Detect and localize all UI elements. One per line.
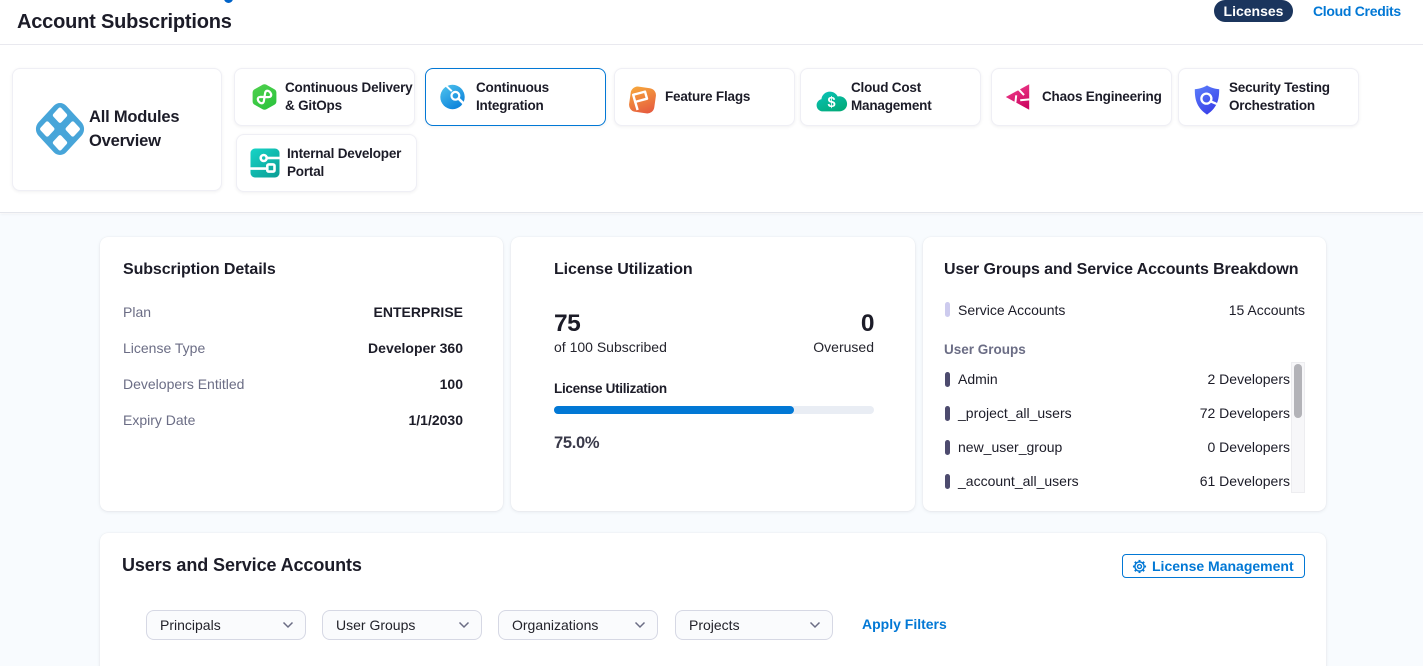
- svg-text:$: $: [828, 94, 836, 110]
